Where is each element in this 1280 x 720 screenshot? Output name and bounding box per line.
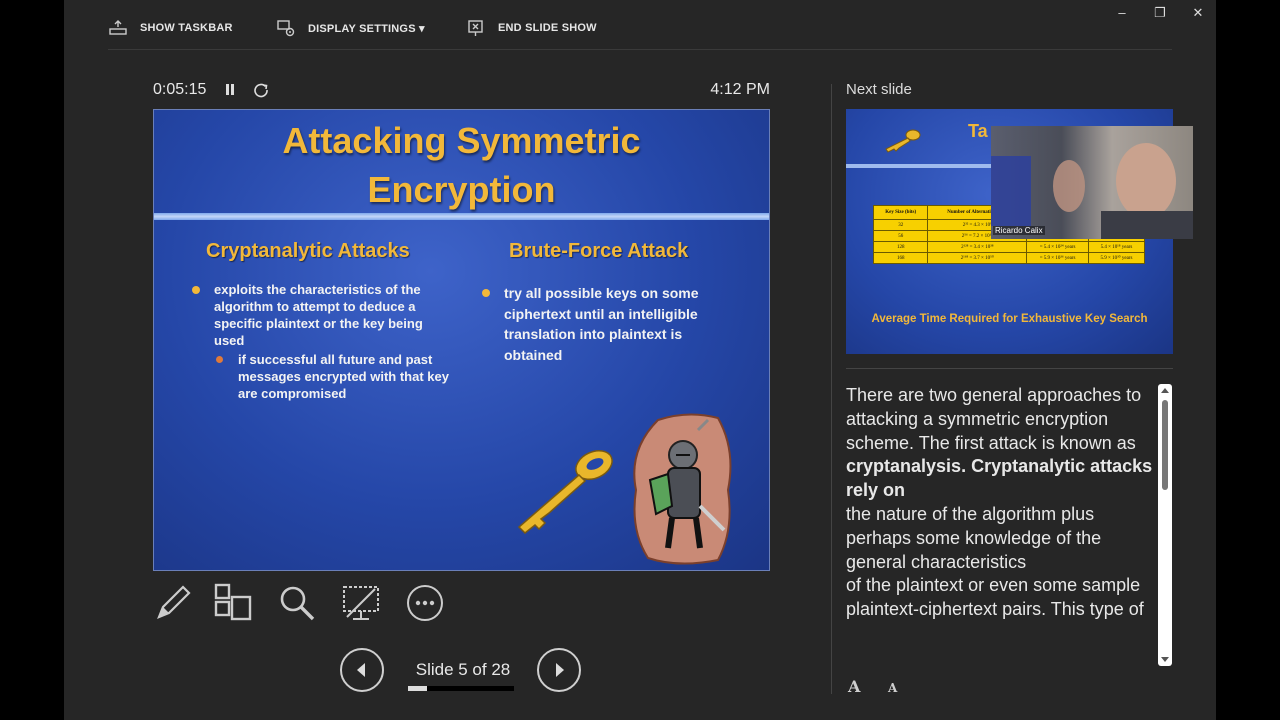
see-all-slides-icon[interactable] [213, 583, 253, 623]
next-slide-title: Ta [968, 121, 988, 141]
presenter-tools [153, 583, 473, 623]
restore-button[interactable]: ❐ [1149, 4, 1171, 22]
taskbar-icon [109, 20, 127, 35]
slide-title-line-1: Attacking Symmetric [282, 120, 641, 161]
more-options-icon[interactable] [405, 583, 445, 623]
display-settings-button[interactable]: DISPLAY SETTINGS ▾ [276, 18, 425, 38]
pane-divider[interactable] [831, 84, 832, 694]
table-cell: = 5.9 × 10³⁶ years [1026, 252, 1089, 264]
table-cell: 2¹²⁸ = 3.4 × 10³⁸ [927, 241, 1028, 253]
table-row: 168 2¹⁶⁸ = 3.7 × 10⁵⁰ = 5.9 × 10³⁶ years… [872, 252, 1146, 264]
decrease-font-button[interactable]: A [888, 681, 897, 695]
end-slide-show-button[interactable]: END SLIDE SHOW [466, 18, 597, 38]
show-taskbar-button[interactable]: SHOW TASKBAR [108, 18, 233, 38]
display-settings-label: DISPLAY SETTINGS ▾ [308, 22, 425, 35]
slide-counter: Slide 5 of 28 [415, 660, 511, 679]
table-row: 128 2¹²⁸ = 3.4 × 10³⁸ = 5.4 × 10²⁴ years… [872, 241, 1146, 253]
slide-progress-fill [408, 686, 428, 691]
notes-paragraph: the nature of the algorithm plus perhaps… [846, 503, 1102, 572]
left-bullet-1: exploits the characteristics of the algo… [214, 282, 423, 348]
cryptanalytic-heading: Cryptanalytic Attacks [206, 240, 410, 262]
slide-navigation: Slide 5 of 28 [340, 648, 584, 694]
end-slide-show-label: END SLIDE SHOW [498, 22, 597, 34]
table-cell: = 5.4 × 10²⁴ years [1026, 241, 1089, 253]
left-subbullet-1: if successful all future and past messag… [238, 352, 449, 401]
right-bullet-1: try all possible keys on some ciphertext… [504, 285, 699, 363]
slide-progress-bar [408, 686, 514, 691]
next-slide-button[interactable] [537, 648, 581, 692]
current-time: 4:12 PM [710, 81, 770, 98]
webcam-name-tag: Ricardo Calix [993, 226, 1045, 235]
table-cell: 5.4 × 10¹⁸ years [1087, 241, 1146, 253]
pen-icon[interactable] [153, 583, 193, 623]
pause-icon[interactable] [223, 82, 237, 98]
notes-text: scheme. The first attack is known as [846, 432, 1136, 453]
current-slide[interactable]: Attacking Symmetric Encryption Cryptanal… [153, 109, 770, 571]
table-cell: 5.9 × 10³⁰ years [1087, 252, 1146, 264]
table-cell: 56 [872, 230, 929, 242]
table-header-cell: Key Size (bits) [872, 205, 929, 220]
previous-arrow-icon [357, 663, 365, 677]
table-cell: 2¹⁶⁸ = 3.7 × 10⁵⁰ [927, 252, 1028, 264]
sub-bullet-dot [216, 356, 223, 363]
notes-paragraph: of the plaintext or even some sample pla… [846, 575, 1144, 620]
notes-paragraph: scheme. The first attack is known as cry… [846, 432, 1156, 503]
show-taskbar-label: SHOW TASKBAR [140, 22, 233, 34]
elapsed-timer: 0:05:15 [153, 81, 207, 98]
table-cell: 32 [872, 219, 929, 231]
slide-title-line-2: Encryption [367, 169, 556, 210]
table-cell: 168 [872, 252, 929, 264]
presenter-view: SHOW TASKBAR DISPLAY SETTINGS ▾ END SLID… [64, 0, 1216, 720]
presenter-toolbar: SHOW TASKBAR DISPLAY SETTINGS ▾ END SLID… [108, 0, 1172, 50]
close-button[interactable]: ✕ [1187, 4, 1209, 22]
next-slide-label: Next slide [846, 81, 912, 98]
black-screen-icon[interactable] [341, 583, 381, 623]
brute-force-heading: Brute-Force Attack [509, 240, 689, 262]
speaker-notes[interactable]: There are two general approaches to atta… [846, 384, 1156, 666]
notes-bold-text: cryptanalysis. Cryptanalytic attacks rel… [846, 456, 1153, 501]
notes-scrollbar[interactable] [1158, 384, 1172, 666]
next-arrow-icon [556, 663, 564, 677]
display-settings-icon [277, 20, 295, 37]
bullet-dot [192, 286, 200, 294]
scrollbar-thumb[interactable] [1162, 400, 1168, 490]
reset-timer-icon[interactable] [252, 81, 270, 99]
notes-divider [846, 368, 1173, 369]
scroll-down-icon[interactable] [1161, 657, 1169, 662]
scroll-up-icon[interactable] [1161, 388, 1169, 393]
zoom-icon[interactable] [277, 583, 317, 623]
table-cell: 128 [872, 241, 929, 253]
slide-title-divider [154, 213, 769, 220]
bullet-dot [482, 289, 490, 297]
notes-paragraph: There are two general approaches to atta… [846, 385, 1142, 429]
knight-clipart [633, 413, 732, 565]
minimize-button[interactable]: – [1111, 4, 1133, 22]
webcam-overlay[interactable]: Ricardo Calix [991, 126, 1193, 239]
increase-font-button[interactable]: A [848, 677, 860, 696]
previous-slide-button[interactable] [340, 648, 384, 692]
presenter-video [991, 143, 1193, 239]
next-slide-caption: Average Time Required for Exhaustive Key… [871, 313, 1148, 325]
key-clipart [517, 449, 613, 535]
key-thumbnail-clipart [885, 129, 921, 153]
slide-title: Attacking Symmetric Encryption [154, 116, 769, 214]
end-show-icon [468, 20, 483, 36]
